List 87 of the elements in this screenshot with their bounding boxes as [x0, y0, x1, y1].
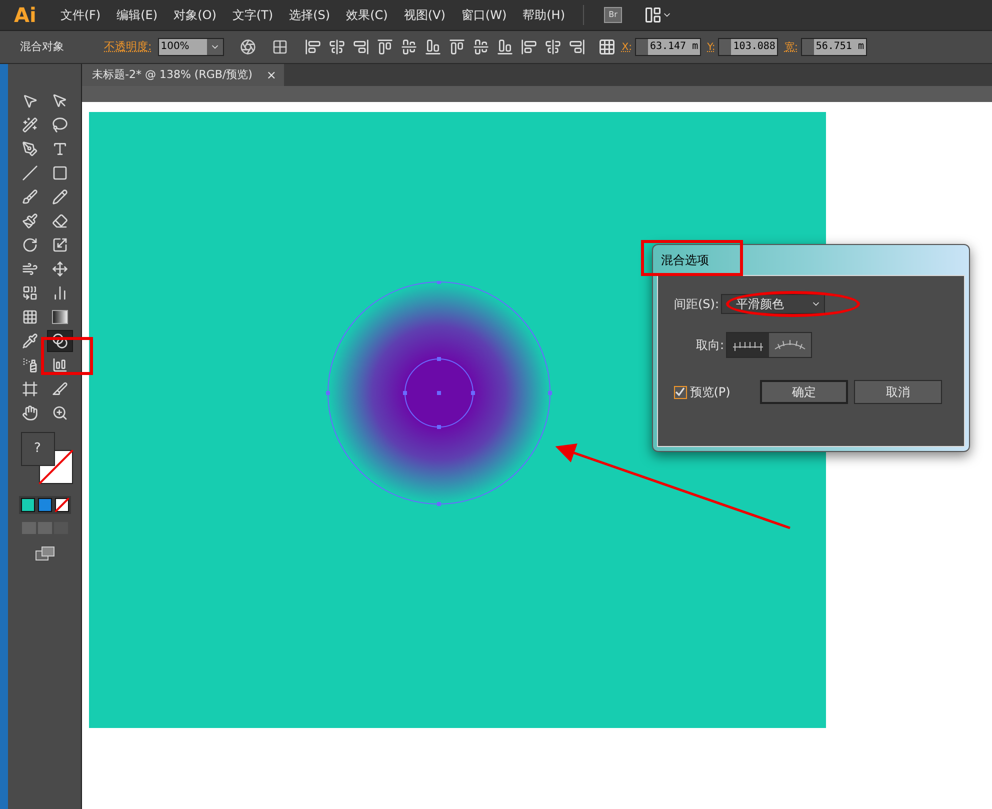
reference-point-icon[interactable] [598, 38, 616, 56]
eraser-icon [52, 213, 68, 229]
bars-icon [52, 285, 68, 301]
menu-item[interactable]: 效果(C) [338, 6, 396, 24]
fill-swatch[interactable]: ? [20, 432, 54, 466]
orientation-label: 取向: [696, 337, 724, 354]
artboard-icon [22, 381, 38, 397]
opacity-link[interactable]: 不透明度: [104, 38, 152, 56]
align-to-icon [272, 39, 288, 55]
menu-item[interactable]: 文字(T) [224, 6, 282, 24]
paintbrush-icon [22, 213, 38, 229]
menu-item[interactable]: 选择(S) [281, 6, 338, 24]
blend-icon [52, 333, 68, 349]
color-mode-swatch[interactable] [20, 498, 34, 512]
eyedropper-icon [22, 333, 38, 349]
workspace-switcher[interactable] [644, 6, 672, 24]
coordinate-label: X: [622, 40, 632, 54]
align-icon[interactable] [472, 39, 489, 55]
layout-icon [644, 6, 662, 24]
knife-icon [52, 381, 68, 397]
align-icon[interactable] [544, 39, 561, 55]
warp-icon [22, 261, 38, 277]
align-icon[interactable] [328, 39, 345, 55]
spacing-label: 间距(S): [674, 296, 720, 313]
spray-can-icon [22, 357, 38, 373]
annotation-box [41, 337, 93, 375]
recolor-icon [240, 39, 256, 55]
menu-item[interactable]: 帮助(H) [514, 6, 574, 24]
arrow-pointer-icon [22, 93, 38, 109]
hand-icon [22, 405, 38, 421]
menu-item[interactable]: 视图(V) [396, 6, 454, 24]
spacing-dropdown[interactable]: 平滑颜色 [721, 294, 826, 314]
document-title: 未标题-2* @ 138% (RGB/预览) [92, 66, 252, 83]
dialog-button[interactable]: 取消 [854, 380, 942, 404]
align-icon[interactable] [400, 39, 417, 55]
align-icon[interactable] [304, 39, 321, 55]
preview-label: 预览(P) [690, 384, 732, 401]
coordinate-field[interactable]: 63.147 m [634, 38, 702, 56]
align-icon[interactable] [376, 39, 393, 55]
align-icon[interactable] [424, 39, 441, 55]
orientation-toggle[interactable] [727, 333, 770, 357]
straight-ticks-icon [731, 339, 766, 351]
selection-label: 混合对象 [20, 38, 65, 55]
app-logo: Ai [14, 2, 36, 29]
preview-checkbox[interactable] [674, 386, 687, 398]
align-icon[interactable] [496, 39, 513, 55]
document-tab[interactable]: 未标题-2* @ 138% (RGB/预览) × [82, 64, 284, 86]
rectangle-icon [52, 165, 68, 181]
pen-icon [22, 141, 38, 157]
arrow-pointer-icon [52, 93, 68, 109]
arched-ticks-icon [773, 339, 808, 351]
type-icon [52, 141, 68, 157]
check-icon [675, 387, 686, 397]
move-icon [52, 261, 68, 277]
close-button[interactable]: × [266, 66, 276, 84]
coordinate-field[interactable]: 103.088 [718, 38, 778, 56]
align-icon[interactable] [448, 39, 465, 55]
orientation-toggle[interactable] [769, 333, 812, 357]
brush-icon [22, 189, 38, 205]
dialog-button[interactable]: 确定 [760, 380, 848, 404]
lasso-icon [52, 117, 68, 133]
color-mode-swatch[interactable] [38, 498, 52, 512]
line-icon [22, 165, 38, 181]
rotate-icon [22, 237, 38, 253]
shape-builder-icon [22, 285, 38, 301]
dialog-title: 混合选项 [660, 252, 709, 269]
menu-item[interactable]: 文件(F) [52, 6, 109, 24]
gradient-swatch-icon [52, 310, 68, 324]
pencil-icon [52, 189, 68, 205]
menu-item[interactable]: 窗口(W) [453, 6, 515, 24]
align-icon[interactable] [568, 39, 585, 55]
opacity-field[interactable]: 100% [158, 38, 224, 56]
magic-wand-icon [22, 117, 38, 133]
mesh-icon [22, 309, 38, 325]
coordinate-label: 宽: [784, 40, 798, 54]
coordinate-label: Y: [707, 40, 716, 54]
bridge-button[interactable]: Br [604, 7, 622, 23]
scale-icon [52, 237, 68, 253]
align-icon[interactable] [520, 39, 537, 55]
align-icon[interactable] [352, 39, 369, 55]
screen-mode-icon[interactable] [34, 546, 54, 562]
menu-item[interactable]: 编辑(E) [108, 6, 166, 24]
zoom-icon [52, 405, 68, 421]
none-mode-swatch[interactable] [54, 498, 68, 512]
coordinate-field[interactable]: 56.751 m [800, 38, 867, 56]
bar-chart-icon [52, 357, 68, 373]
menu-item[interactable]: 对象(O) [166, 6, 224, 24]
